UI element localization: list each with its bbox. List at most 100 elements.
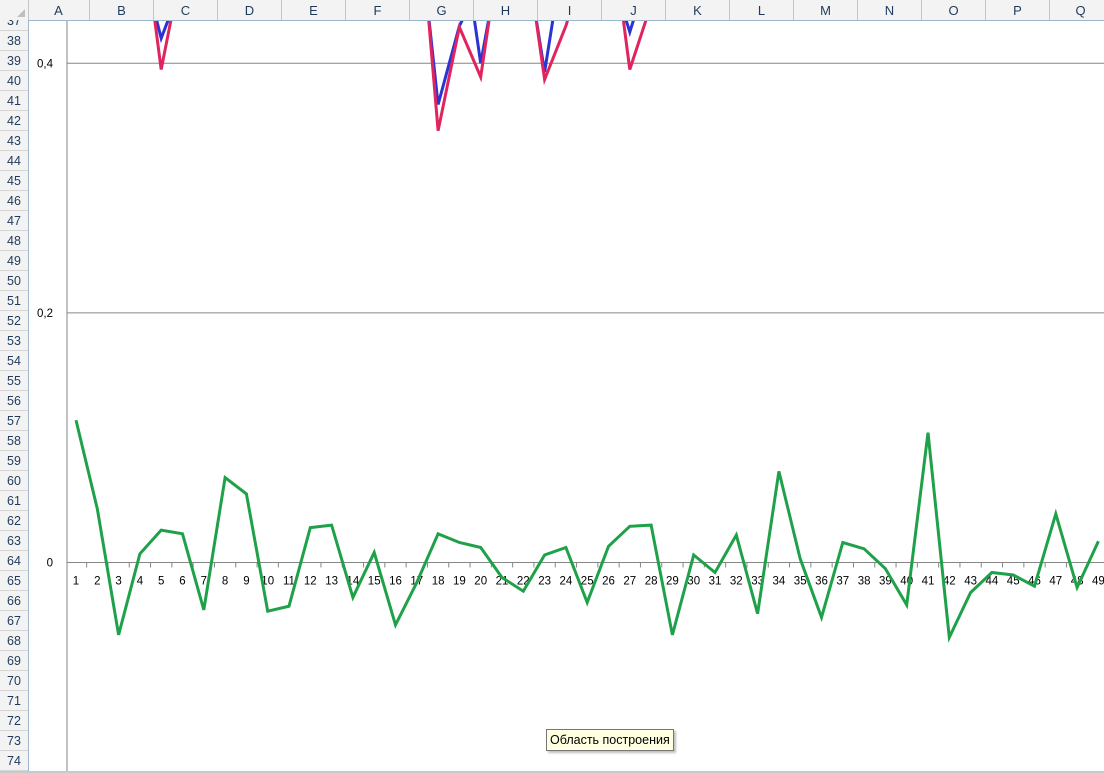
select-all-corner[interactable] [0, 0, 29, 20]
column-header-I[interactable]: I [538, 0, 602, 20]
x-tick-label: 23 [538, 576, 551, 588]
row-header-65[interactable]: 65 [0, 571, 28, 591]
row-header-69[interactable]: 69 [0, 651, 28, 671]
x-tick-label: 29 [666, 576, 679, 588]
row-header-39[interactable]: 39 [0, 51, 28, 71]
x-tick-label: 49 [1092, 576, 1104, 588]
column-header-E[interactable]: E [282, 0, 346, 20]
series-line-1 [74, 419, 1100, 643]
x-tick-label: 27 [623, 576, 636, 588]
row-header-59[interactable]: 59 [0, 451, 28, 471]
row-header-66[interactable]: 66 [0, 591, 28, 611]
x-tick-label: 13 [325, 576, 338, 588]
row-header-37[interactable]: 37 [0, 20, 28, 31]
x-tick-label: 35 [794, 576, 807, 588]
x-tick-label: 6 [179, 576, 185, 588]
row-header-40[interactable]: 40 [0, 71, 28, 91]
column-header-O[interactable]: O [922, 0, 986, 20]
row-header-70[interactable]: 70 [0, 671, 28, 691]
x-tick-label: 5 [158, 576, 164, 588]
x-tick-label: 3 [115, 576, 121, 588]
column-header-N[interactable]: N [858, 0, 922, 20]
x-tick-label: 15 [368, 576, 381, 588]
row-header-49[interactable]: 49 [0, 251, 28, 271]
row-header-38[interactable]: 38 [0, 31, 28, 51]
series-line-2 [155, 21, 635, 105]
row-header-60[interactable]: 60 [0, 471, 28, 491]
row-header-46[interactable]: 46 [0, 191, 28, 211]
y-tick-label: 0 [47, 558, 53, 570]
row-header-71[interactable]: 71 [0, 691, 28, 711]
row-header-72[interactable]: 72 [0, 711, 28, 731]
x-tick-label: 38 [858, 576, 871, 588]
row-header-64[interactable]: 64 [0, 551, 28, 571]
x-tick-label: 8 [222, 576, 228, 588]
x-tick-label: 25 [581, 576, 594, 588]
x-tick-label: 41 [922, 576, 935, 588]
column-header-C[interactable]: C [154, 0, 218, 20]
x-tick-label: 36 [815, 576, 828, 588]
x-tick-label: 28 [645, 576, 658, 588]
row-header-73[interactable]: 73 [0, 731, 28, 751]
x-tick-label: 12 [304, 576, 317, 588]
x-tick-label: 19 [453, 576, 466, 588]
x-tick-label: 24 [560, 576, 573, 588]
row-header-68[interactable]: 68 [0, 631, 28, 651]
column-header-Q[interactable]: Q [1050, 0, 1104, 20]
x-tick-label: 32 [730, 576, 743, 588]
row-header-41[interactable]: 41 [0, 91, 28, 111]
row-header-62[interactable]: 62 [0, 511, 28, 531]
column-header-F[interactable]: F [346, 0, 410, 20]
x-tick-label: 9 [243, 576, 249, 588]
row-header-58[interactable]: 58 [0, 431, 28, 451]
column-header-J[interactable]: J [602, 0, 666, 20]
row-header-63[interactable]: 63 [0, 531, 28, 551]
x-tick-label: 31 [709, 576, 722, 588]
column-header-K[interactable]: K [666, 0, 730, 20]
row-header-42[interactable]: 42 [0, 111, 28, 131]
x-tick-label: 20 [474, 576, 487, 588]
column-header-L[interactable]: L [730, 0, 794, 20]
column-header-H[interactable]: H [474, 0, 538, 20]
column-header-M[interactable]: M [794, 0, 858, 20]
x-tick-label: 1 [73, 576, 79, 588]
column-header-G[interactable]: G [410, 0, 474, 20]
row-header-57[interactable]: 57 [0, 411, 28, 431]
x-tick-label: 18 [432, 576, 445, 588]
row-header-61[interactable]: 61 [0, 491, 28, 511]
column-header-B[interactable]: B [90, 0, 154, 20]
row-header-bar: 37 38 39 40 41 42 43 44 45 46 47 48 49 50 51 52 53 54 55 56… [0, 20, 29, 773]
y-tick-label: 0,4 [37, 58, 54, 70]
x-tick-label: 43 [964, 576, 977, 588]
row-header-43[interactable]: 43 [0, 131, 28, 151]
column-header-P[interactable]: P [986, 0, 1050, 20]
row-header-74[interactable]: 74 [0, 751, 28, 771]
row-header-45[interactable]: 45 [0, 171, 28, 191]
x-tick-label: 37 [836, 576, 849, 588]
plot-area-tooltip: Область построения [546, 729, 674, 751]
row-header-51[interactable]: 51 [0, 291, 28, 311]
row-header-44[interactable]: 44 [0, 151, 28, 171]
row-header-55[interactable]: 55 [0, 371, 28, 391]
column-header-A[interactable]: A [28, 0, 90, 20]
chart-plot-area[interactable]: 0,40,201 2 3 4 5 6 7 8 9 10 11 12 13 14 15 16 17 18 19 20 21… [29, 21, 1104, 771]
x-tick-label: 2 [94, 576, 100, 588]
row-header-52[interactable]: 52 [0, 311, 28, 331]
column-header-bar: ABCDEFGHIJKLMNOPQ [0, 0, 1104, 21]
x-tick-label: 7 [201, 576, 207, 588]
x-tick-label: 16 [389, 576, 402, 588]
column-header-D[interactable]: D [218, 0, 282, 20]
row-header-56[interactable]: 56 [0, 391, 28, 411]
series-line-3 [153, 21, 648, 132]
row-header-67[interactable]: 67 [0, 611, 28, 631]
row-header-48[interactable]: 48 [0, 231, 28, 251]
y-tick-label: 0,2 [37, 308, 53, 320]
row-header-53[interactable]: 53 [0, 331, 28, 351]
x-tick-label: 47 [1049, 576, 1062, 588]
series-group [74, 21, 1100, 643]
x-tick-label: 4 [137, 576, 144, 588]
row-header-47[interactable]: 47 [0, 211, 28, 231]
row-header-50[interactable]: 50 [0, 271, 28, 291]
row-header-54[interactable]: 54 [0, 351, 28, 371]
x-tick-label: 26 [602, 576, 615, 588]
